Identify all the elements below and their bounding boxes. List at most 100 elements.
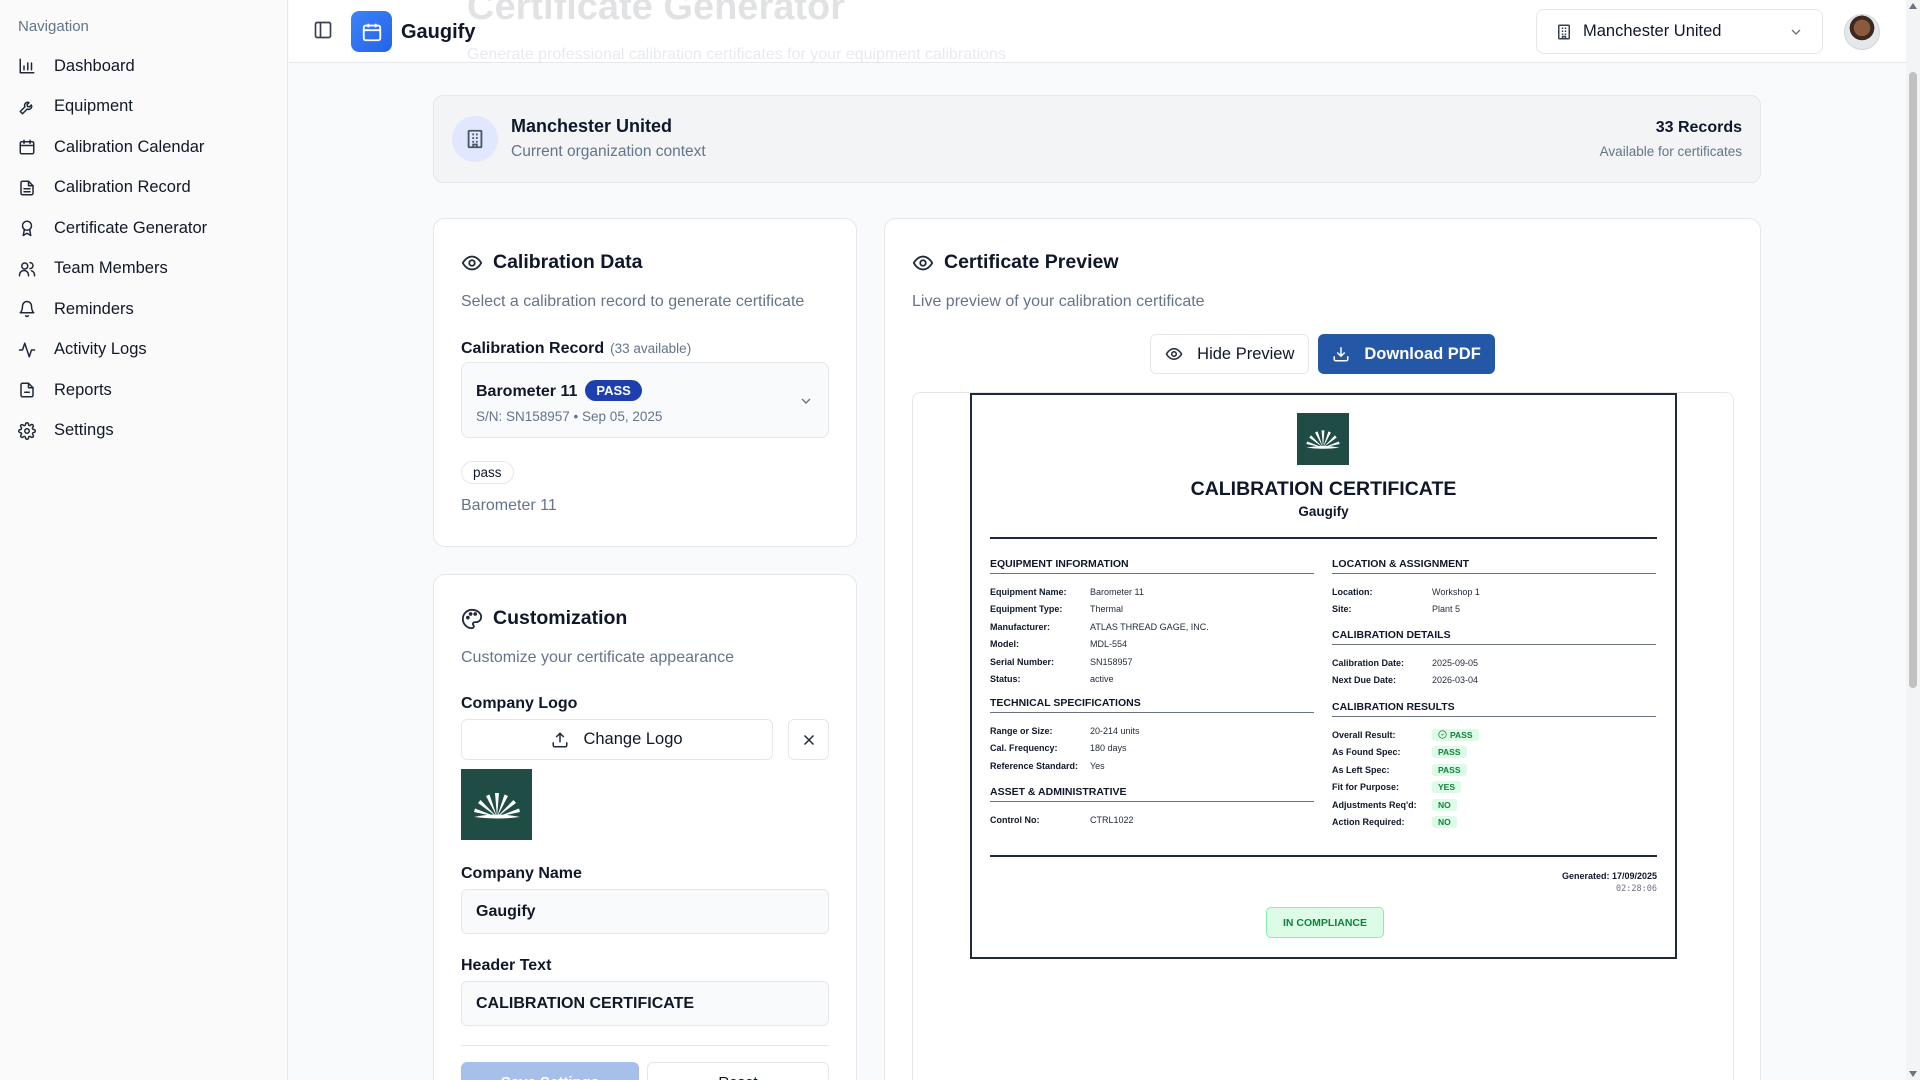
download-pdf-button[interactable]: Download PDF (1318, 334, 1495, 374)
save-settings-button[interactable]: Save Settings (461, 1062, 639, 1080)
eye-icon (1165, 347, 1183, 361)
calibration-data-card: Calibration Data Select a calibration re… (433, 218, 857, 547)
calibration-data-description: Select a calibration record to generate … (461, 293, 805, 310)
calibration-data-title: Calibration Data (461, 251, 643, 274)
organization-name: Manchester United (511, 116, 673, 136)
cert-row: As Left Spec: PASS (1332, 761, 1656, 779)
change-logo-button[interactable]: Change Logo (461, 719, 773, 760)
hide-preview-label: Hide Preview (1197, 344, 1295, 363)
top-header: Certificate Generator Generate professio… (289, 0, 1920, 63)
chevron-down-icon (801, 398, 811, 404)
sunburst-logo-icon (473, 792, 520, 818)
bell-icon (19, 301, 35, 318)
cert-key: Action Required: (1332, 817, 1405, 828)
users-icon (18, 261, 36, 277)
cert-row: Reference Standard: Yes (990, 757, 1314, 775)
generated-date: Generated: 17/09/2025 (1561, 871, 1657, 881)
scroll-down-arrow[interactable] (1909, 1071, 1917, 1077)
sidebar-item-label: Equipment (54, 97, 133, 116)
status-pill: pass (461, 461, 514, 484)
check-circle-icon (1438, 730, 1447, 739)
cert-key: Overall Result: (1332, 729, 1396, 740)
sidebar-toggle-button[interactable] (313, 20, 335, 42)
certificate-document: CALIBRATION CERTIFICATE Gaugify EQUIPMEN… (970, 393, 1677, 959)
sidebar-item-label: Team Members (54, 259, 168, 278)
page-scrollbar[interactable] (1906, 0, 1920, 1080)
cert-key: As Found Spec: (1332, 747, 1401, 758)
records-count: 33 Records (1655, 119, 1742, 136)
sidebar-item-certificate-generator[interactable]: Certificate Generator (0, 208, 287, 249)
cert-value: CTRL1022 (1090, 814, 1134, 825)
cert-key: Serial Number: (990, 656, 1055, 667)
activity-icon (18, 342, 36, 358)
sidebar-item-dashboard[interactable]: Dashboard (0, 46, 287, 87)
divider (461, 1045, 829, 1046)
sidebar-item-calibration-calendar[interactable]: Calibration Calendar (0, 127, 287, 168)
report-icon (20, 382, 34, 398)
cert-row: Action Required: NO (1332, 814, 1656, 832)
eye-icon (912, 255, 934, 270)
cert-key: Equipment Type: (990, 604, 1063, 615)
reset-button[interactable]: Reset (647, 1062, 829, 1080)
cert-key: Reference Standard: (990, 760, 1079, 771)
certificate-logo (1297, 413, 1349, 465)
change-logo-label: Change Logo (583, 730, 683, 748)
result-badge: PASS (1432, 763, 1467, 776)
certificate-preview-frame: CALIBRATION CERTIFICATE Gaugify EQUIPMEN… (912, 392, 1734, 1080)
hide-preview-button[interactable]: Hide Preview (1150, 334, 1310, 374)
section-heading: TECHNICAL SPECIFICATIONS (990, 697, 1314, 713)
status-badge: PASS (585, 380, 642, 401)
calibration-record-select[interactable]: Barometer 11 PASS S/N: SN158957 • Sep 05,… (461, 362, 829, 438)
section-heading: LOCATION & ASSIGNMENT (1332, 558, 1656, 574)
cert-key: Location: (1332, 586, 1373, 597)
sidebar-item-label: Dashboard (54, 56, 135, 75)
certificate-preview-description: Live preview of your calibration certifi… (912, 293, 1205, 310)
result-badge: PASS (1432, 728, 1479, 741)
equipment-information-section: EQUIPMENT INFORMATION Equipment Name: Bar… (990, 558, 1314, 688)
scrollbar-thumb[interactable] (1909, 72, 1917, 688)
certificate-divider (990, 855, 1657, 857)
sidebar-item-activity-logs[interactable]: Activity Logs (0, 330, 287, 371)
cert-row: Equipment Name: Barometer 11 (990, 583, 1314, 601)
section-heading: CALIBRATION RESULTS (1332, 701, 1656, 717)
gear-icon (18, 421, 36, 440)
sidebar-item-reports[interactable]: Reports (0, 370, 287, 411)
user-avatar[interactable] (1844, 14, 1880, 50)
certificate-title: CALIBRATION CERTIFICATE (1190, 478, 1457, 500)
sidebar: Navigation Dashboard Equipment Calibrati… (0, 0, 288, 1080)
company-name-input[interactable]: Gaugify (461, 889, 829, 934)
cert-key: Control No: (990, 814, 1040, 825)
sidebar-item-label: Certificate Generator (54, 218, 208, 237)
organization-select[interactable]: Manchester United (1536, 9, 1823, 54)
sidebar-item-equipment[interactable]: Equipment (0, 87, 287, 128)
card-title-text: Calibration Data (493, 251, 643, 273)
header-text-label: Header Text (461, 957, 552, 974)
sidebar-item-reminders[interactable]: Reminders (0, 289, 287, 330)
certificate-divider (990, 537, 1657, 539)
remove-logo-button[interactable] (788, 719, 829, 760)
cert-key: Manufacturer: (990, 621, 1051, 632)
page-title-underlay: Certificate Generator (467, 0, 846, 28)
sidebar-item-label: Calibration Calendar (54, 137, 205, 156)
header-text-input[interactable]: CALIBRATION CERTIFICATE (461, 981, 829, 1026)
cert-key: Equipment Name: (990, 586, 1067, 597)
technical-specifications-section: TECHNICAL SPECIFICATIONS Range or Size: 2… (990, 697, 1314, 775)
cert-value: SN158957 (1090, 656, 1133, 667)
cert-value: Workshop 1 (1432, 586, 1480, 597)
cert-row: Fit for Purpose: YES (1332, 779, 1656, 797)
award-icon (21, 220, 33, 237)
cert-key: Model: (990, 639, 1019, 650)
card-title-text: Certificate Preview (944, 251, 1119, 273)
cert-row: Next Due Date: 2026-03-04 (1332, 672, 1656, 690)
sidebar-item-settings[interactable]: Settings (0, 411, 287, 452)
building-icon (467, 129, 483, 149)
cert-row: Overall Result: PASS (1332, 726, 1656, 744)
cert-row: Status: active (990, 671, 1314, 689)
sidebar-item-team-members[interactable]: Team Members (0, 249, 287, 290)
customization-title: Customization (461, 607, 627, 630)
cert-row: Site: Plant 5 (1332, 601, 1656, 619)
asset-administrative-section: ASSET & ADMINISTRATIVE Control No: CTRL10… (990, 786, 1314, 829)
sidebar-item-calibration-record[interactable]: Calibration Record (0, 168, 287, 209)
result-badge: NO (1432, 798, 1457, 811)
scroll-up-arrow[interactable] (1909, 3, 1917, 9)
